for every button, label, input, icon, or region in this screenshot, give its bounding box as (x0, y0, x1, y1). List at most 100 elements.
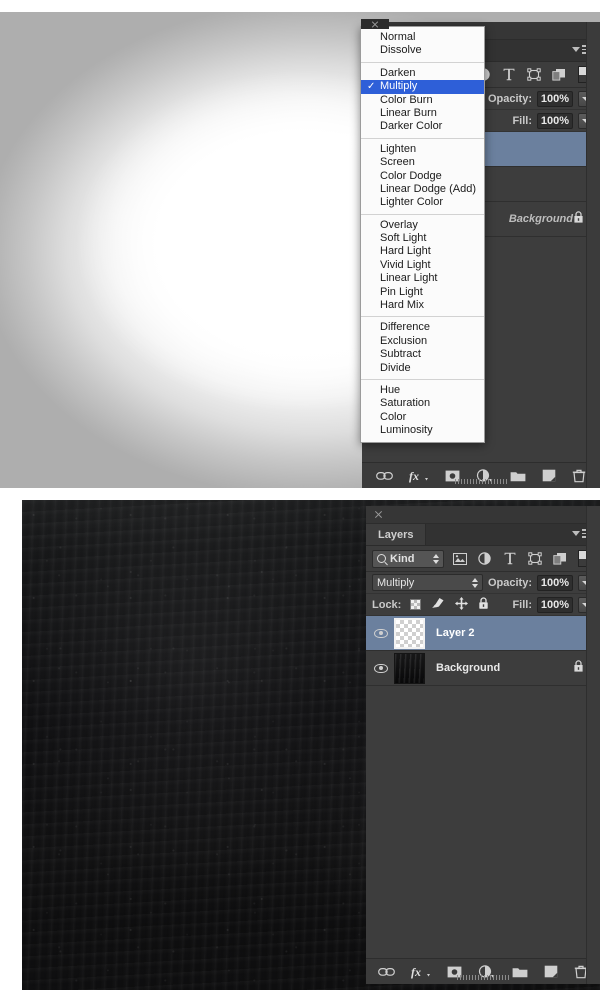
lock-position-icon[interactable] (455, 596, 469, 613)
filter-type-icon[interactable] (500, 549, 519, 569)
menu-item-color-dodge[interactable]: Color Dodge (361, 170, 484, 183)
layer-thumbnail[interactable] (394, 652, 425, 684)
layer-name[interactable]: Background (436, 662, 500, 674)
menu-item-vivid-light[interactable]: Vivid Light (361, 259, 484, 272)
filter-type-icon[interactable] (499, 65, 518, 85)
menu-item-darken[interactable]: Darken (361, 67, 484, 80)
panel-resize-grip[interactable] (457, 975, 509, 980)
fx-icon[interactable]: fx (411, 963, 431, 981)
menu-item-subtract[interactable]: Subtract (361, 348, 484, 361)
tab-layers[interactable]: Layers (366, 524, 427, 545)
menu-separator (361, 378, 484, 380)
menu-item-overlay[interactable]: Overlay (361, 219, 484, 232)
lock-buttons-group (410, 596, 489, 613)
panel-bottom-toolbar-top: fx (362, 462, 600, 488)
menu-item-normal[interactable]: Normal (361, 31, 484, 44)
menu-item-linear-dodge-add[interactable]: Linear Dodge (Add) (361, 183, 484, 196)
menu-item-color-burn[interactable]: Color Burn (361, 94, 484, 107)
new-group-icon[interactable] (510, 467, 526, 485)
close-icon[interactable] (374, 510, 383, 519)
fill-value-top[interactable]: 100% (537, 112, 573, 129)
menu-item-luminosity[interactable]: Luminosity (361, 424, 484, 437)
screenshot-stage: ◂◂ (0, 0, 600, 990)
search-icon (377, 554, 386, 563)
background-layer-name-top: Background (508, 213, 573, 225)
menu-item-linear-light[interactable]: Linear Light (361, 272, 484, 285)
blend-row-bottom: Multiply Opacity: 100% (366, 572, 600, 594)
menu-separator (361, 61, 484, 63)
menu-item-exclusion[interactable]: Exclusion (361, 335, 484, 348)
menu-item-divide[interactable]: Divide (361, 362, 484, 375)
menu-separator (361, 137, 484, 139)
opacity-label: Opacity: (487, 576, 532, 589)
menu-separator (361, 316, 484, 318)
svg-text:fx: fx (411, 965, 421, 979)
layer-visibility-toggle[interactable] (368, 663, 394, 673)
blend-mode-select[interactable]: Multiply (372, 574, 483, 591)
delete-layer-icon[interactable] (572, 467, 586, 485)
layer-visibility-toggle[interactable] (368, 628, 394, 638)
lock-transparent-pixels-icon[interactable] (410, 599, 422, 610)
filter-kind-label: Kind (390, 552, 415, 565)
lock-label: Lock: (372, 598, 402, 611)
filter-pixel-icon[interactable] (450, 549, 469, 569)
new-group-icon[interactable] (512, 963, 528, 981)
menu-item-dissolve[interactable]: Dissolve (361, 44, 484, 57)
filter-smart-object-icon[interactable] (550, 65, 569, 85)
menu-item-difference[interactable]: Difference (361, 321, 484, 334)
menu-item-saturation[interactable]: Saturation (361, 397, 484, 410)
fill-label: Fill: (512, 598, 532, 611)
eye-icon (374, 628, 388, 638)
menu-separator (361, 213, 484, 215)
tab-layers-label: Layers (378, 528, 414, 541)
layer-thumbnail[interactable] (394, 617, 425, 649)
opacity-value[interactable]: 100% (537, 574, 573, 591)
new-layer-icon[interactable] (542, 467, 556, 485)
filter-shape-icon[interactable] (524, 65, 543, 85)
menu-item-hard-light[interactable]: Hard Light (361, 245, 484, 258)
chevron-down-icon (572, 530, 580, 536)
filter-shape-icon[interactable] (525, 549, 544, 569)
opacity-value-top[interactable]: 100% (537, 90, 573, 107)
menu-item-linear-burn[interactable]: Linear Burn (361, 107, 484, 120)
filter-smart-object-icon[interactable] (550, 549, 569, 569)
close-icon[interactable] (371, 20, 379, 28)
lock-icon (573, 660, 584, 676)
layer-list-bottom: Layer 2 Background (366, 616, 600, 969)
lock-icon (573, 211, 584, 227)
panel-tabs-bottom: Layers (366, 524, 600, 546)
blend-mode-dropdown[interactable]: NormalDissolveDarkenMultiplyColor BurnLi… (360, 19, 485, 443)
table-row[interactable]: Background (366, 651, 600, 686)
panel-resize-grip[interactable] (455, 479, 507, 484)
panel-bottom-toolbar: fx (366, 958, 600, 984)
chevron-updown-icon (471, 578, 478, 588)
menu-item-soft-light[interactable]: Soft Light (361, 232, 484, 245)
panel-titlebar-bottom: ◂◂ (366, 506, 600, 524)
panel-right-edge-strip (586, 22, 600, 488)
fill-value[interactable]: 100% (537, 596, 573, 613)
new-layer-icon[interactable] (544, 963, 558, 981)
menu-item-lighter-color[interactable]: Lighter Color (361, 196, 484, 209)
layer-name[interactable]: Layer 2 (436, 627, 475, 639)
fill-label-top: Fill: (512, 114, 532, 127)
filter-row-bottom: Kind (366, 546, 600, 572)
menu-item-hard-mix[interactable]: Hard Mix (361, 299, 484, 312)
menu-item-screen[interactable]: Screen (361, 156, 484, 169)
blend-mode-value: Multiply (377, 576, 415, 589)
lock-image-pixels-icon[interactable] (431, 597, 445, 612)
menu-item-color[interactable]: Color (361, 411, 484, 424)
filter-kind-select[interactable]: Kind (372, 549, 444, 568)
fx-icon[interactable]: fx (409, 467, 429, 485)
link-icon[interactable] (376, 467, 393, 485)
menu-item-multiply[interactable]: Multiply (361, 80, 484, 94)
table-row[interactable]: Layer 2 (366, 616, 600, 651)
opacity-label-top: Opacity: (487, 92, 532, 105)
menu-item-darker-color[interactable]: Darker Color (361, 120, 484, 133)
menu-item-lighten[interactable]: Lighten (361, 143, 484, 156)
menu-item-hue[interactable]: Hue (361, 384, 484, 397)
link-icon[interactable] (378, 963, 395, 981)
svg-text:fx: fx (409, 469, 419, 483)
filter-adjustment-icon[interactable] (475, 549, 494, 569)
lock-all-icon[interactable] (478, 596, 489, 613)
menu-item-pin-light[interactable]: Pin Light (361, 286, 484, 299)
